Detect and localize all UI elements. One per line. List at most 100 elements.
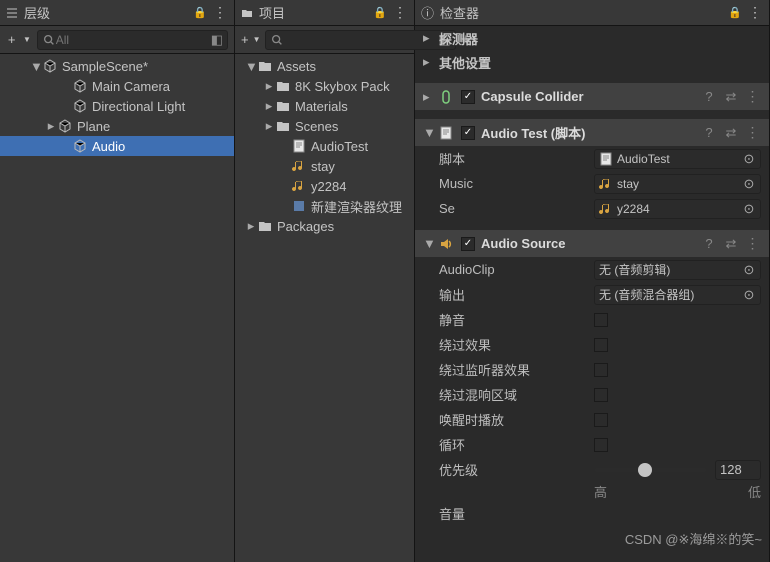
- object-field[interactable]: y2284⊙: [594, 199, 761, 219]
- object-value: stay: [617, 177, 742, 191]
- property-row: 音量: [415, 501, 769, 526]
- fold-icon[interactable]: ▸: [423, 89, 435, 105]
- chevron-icon[interactable]: ▸: [263, 78, 275, 94]
- component-menu-icon[interactable]: ⋮: [745, 235, 761, 252]
- preset-icon[interactable]: ⇄: [723, 236, 739, 252]
- chevron-icon[interactable]: ▸: [45, 118, 57, 134]
- fold-icon[interactable]: ▸: [423, 54, 430, 70]
- dropdown-icon[interactable]: ▼: [21, 31, 32, 49]
- item-label: Scenes: [295, 119, 338, 134]
- search-icon: [270, 33, 284, 47]
- inspector-section[interactable]: ▸ 其他设置: [415, 50, 769, 74]
- add-button[interactable]: +: [6, 31, 17, 49]
- help-icon[interactable]: ?: [701, 125, 717, 140]
- tree-item[interactable]: ▸Packages: [235, 216, 414, 236]
- slider-handle[interactable]: [638, 463, 652, 477]
- tree-item[interactable]: ▸Plane: [0, 116, 234, 136]
- chevron-icon[interactable]: ▼: [245, 59, 257, 74]
- checkbox[interactable]: [594, 413, 608, 427]
- preset-icon[interactable]: ⇄: [723, 125, 739, 141]
- dropdown-icon[interactable]: ▼: [253, 31, 261, 49]
- chevron-icon[interactable]: ▸: [245, 218, 257, 234]
- property-row: 循环: [415, 432, 769, 457]
- checkbox[interactable]: [594, 338, 608, 352]
- enable-checkbox[interactable]: ✓: [461, 126, 475, 140]
- help-icon[interactable]: ?: [701, 236, 717, 251]
- object-field[interactable]: 无 (音频剪辑)⊙: [594, 260, 761, 280]
- object-value: 无 (音频混合器组): [599, 286, 742, 303]
- component-header[interactable]: ▸ ✓ Capsule Collider ? ⇄ ⋮: [415, 82, 769, 110]
- project-title: 项目: [259, 3, 367, 22]
- help-icon[interactable]: ?: [701, 89, 717, 104]
- property-row: 输出无 (音频混合器组)⊙: [415, 282, 769, 307]
- search-icon: [42, 33, 56, 47]
- lock-icon[interactable]: 🔒: [728, 6, 742, 19]
- checkbox[interactable]: [594, 363, 608, 377]
- object-field[interactable]: stay⊙: [594, 174, 761, 194]
- add-button[interactable]: +: [241, 31, 249, 49]
- tree-item[interactable]: y2284: [235, 176, 414, 196]
- component-menu-icon[interactable]: ⋮: [745, 88, 761, 105]
- property-label: Music: [439, 176, 594, 191]
- search-input[interactable]: [56, 33, 211, 47]
- checkbox[interactable]: [594, 388, 608, 402]
- hierarchy-tree: ▼ SampleScene* Main Camera Directional Ligh…: [0, 54, 234, 562]
- object-field[interactable]: AudioTest⊙: [594, 149, 761, 169]
- fold-icon[interactable]: ▼: [423, 236, 435, 251]
- project-header: 项目 🔒 ⋮: [235, 0, 414, 26]
- tree-item[interactable]: ▸8K Skybox Pack: [235, 76, 414, 96]
- tree-item[interactable]: stay: [235, 156, 414, 176]
- object-field[interactable]: 无 (音频混合器组)⊙: [594, 285, 761, 305]
- panel-menu-icon[interactable]: ⋮: [748, 4, 763, 21]
- tree-item[interactable]: ▼ SampleScene*: [0, 56, 234, 76]
- tree-item[interactable]: 新建渲染器纹理: [235, 196, 414, 216]
- hierarchy-search[interactable]: ◧: [37, 30, 228, 50]
- slider[interactable]: [594, 468, 707, 472]
- item-label: Main Camera: [92, 79, 170, 94]
- folder-icon: [275, 119, 291, 133]
- chevron-icon[interactable]: ▸: [263, 98, 275, 114]
- component-header[interactable]: ▼ ✓ Audio Test (脚本) ? ⇄ ⋮: [415, 118, 769, 146]
- property-label: AudioClip: [439, 262, 594, 277]
- tree-item[interactable]: Main Camera: [0, 76, 234, 96]
- panel-menu-icon[interactable]: ⋮: [213, 4, 228, 21]
- item-label: SampleScene*: [62, 59, 148, 74]
- search-type-icon[interactable]: ◧: [211, 32, 223, 48]
- fold-icon[interactable]: ▸: [423, 30, 430, 46]
- enable-checkbox[interactable]: ✓: [461, 237, 475, 251]
- property-row: 静音: [415, 307, 769, 332]
- tree-item[interactable]: AudioTest: [235, 136, 414, 156]
- tree-item[interactable]: ▼Assets: [235, 56, 414, 76]
- lock-icon[interactable]: 🔒: [193, 6, 207, 19]
- inspector-header: ⓘ 检查器 🔒 ⋮: [415, 0, 769, 26]
- tree-item[interactable]: ▸ Scenes: [235, 116, 414, 136]
- tree-item[interactable]: Directional Light: [0, 96, 234, 116]
- audio-icon: [291, 179, 307, 193]
- inspector-title: 检查器: [440, 3, 722, 22]
- object-picker-icon[interactable]: ⊙: [742, 287, 756, 303]
- fold-icon[interactable]: ▼: [423, 125, 435, 140]
- component-header[interactable]: ▼ ✓ Audio Source ? ⇄ ⋮: [415, 229, 769, 257]
- property-row: 绕过混响区域: [415, 382, 769, 407]
- object-picker-icon[interactable]: ⊙: [742, 201, 756, 217]
- checkbox[interactable]: [594, 438, 608, 452]
- object-picker-icon[interactable]: ⊙: [742, 262, 756, 278]
- object-picker-icon[interactable]: ⊙: [742, 151, 756, 167]
- lock-icon[interactable]: 🔒: [373, 6, 387, 19]
- checkbox[interactable]: [594, 313, 608, 327]
- object-value: y2284: [617, 202, 742, 216]
- object-picker-icon[interactable]: ⊙: [742, 176, 756, 192]
- tree-item[interactable]: ▸Materials: [235, 96, 414, 116]
- property-label: 绕过效果: [439, 335, 594, 354]
- tree-item[interactable]: Audio: [0, 136, 234, 156]
- chevron-icon[interactable]: ▼: [30, 59, 42, 74]
- chevron-icon[interactable]: ▸: [263, 118, 275, 134]
- script-icon: [291, 139, 307, 153]
- cube-icon: [72, 139, 88, 153]
- inspector-section[interactable]: ▸ 探测器: [415, 26, 769, 50]
- number-input[interactable]: [715, 460, 761, 480]
- enable-checkbox[interactable]: ✓: [461, 90, 475, 104]
- panel-menu-icon[interactable]: ⋮: [393, 4, 408, 21]
- preset-icon[interactable]: ⇄: [723, 89, 739, 105]
- component-menu-icon[interactable]: ⋮: [745, 124, 761, 141]
